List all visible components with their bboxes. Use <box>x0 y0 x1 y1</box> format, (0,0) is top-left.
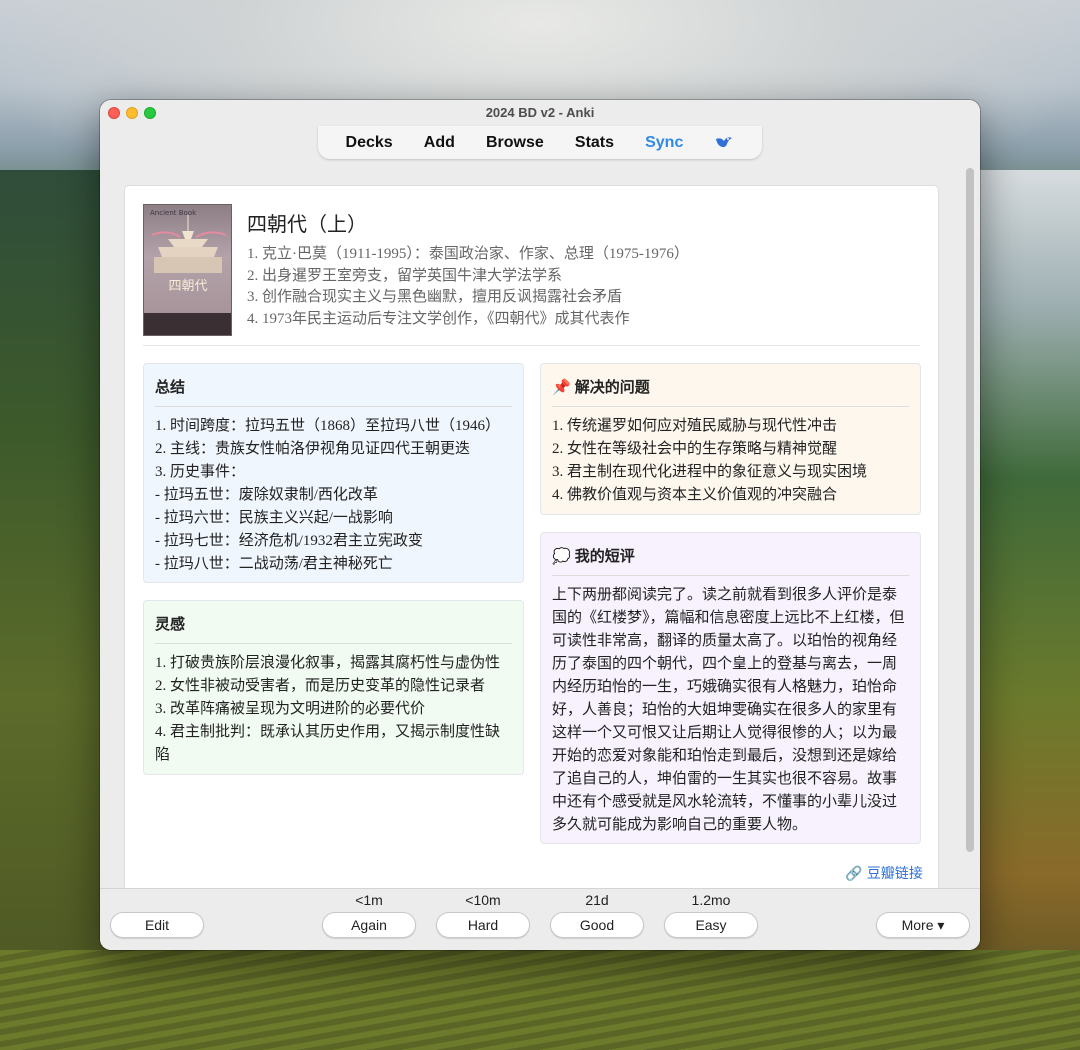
good-due-label: 21d <box>585 892 609 908</box>
review-text: 上下两册都阅读完了。读之前就看到很多人评价是泰国的《红楼梦》，篇幅和信息密度上远… <box>552 587 905 833</box>
anki-window: 2024 BD v2 - Anki Decks Add Browse Stats… <box>100 100 980 950</box>
solved-title: 解决的问题 <box>574 378 650 396</box>
more-button[interactable]: More ▾ <box>876 912 970 938</box>
inspiration-line: 1. 打破贵族阶层浪漫化叙事，揭露其腐朽性与虚伪性 <box>155 655 501 671</box>
review-box: 💭 我的短评 上下两册都阅读完了。读之前就看到很多人评价是泰国的《红楼梦》，篇幅和… <box>540 532 921 844</box>
summary-line: - 拉玛六世：民族主义兴起/一战影响 <box>155 510 393 526</box>
hard-button[interactable]: Hard <box>436 912 530 938</box>
desktop-wallpaper-left <box>0 170 110 1050</box>
toolbar-stats[interactable]: Stats <box>575 134 614 152</box>
desktop-wallpaper-vineyard <box>0 950 1080 1050</box>
header-divider <box>143 345 920 346</box>
solved-line: 2. 女性在等级社会中的生存策略与精神觉醒 <box>552 441 838 457</box>
inspiration-box: 灵感 1. 打破贵族阶层浪漫化叙事，揭露其腐朽性与虚伪性 2. 女性非被动受害者… <box>143 600 524 775</box>
review-title-row: 💭 我的短评 <box>552 545 909 576</box>
summary-line: - 拉玛八世：二战动荡/君主神秘死亡 <box>155 556 393 572</box>
ankiweb-bird-icon[interactable] <box>714 133 734 153</box>
inspiration-line: 3. 改革阵痛被呈现为文明进阶的必要代价 <box>155 701 426 717</box>
close-window-button[interactable] <box>108 107 120 119</box>
zoom-window-button[interactable] <box>144 107 156 119</box>
inspiration-title: 灵感 <box>155 613 512 644</box>
inspiration-line: 2. 女性非被动受害者，而是历史变革的隐性记录者 <box>155 678 486 694</box>
toolbar-add[interactable]: Add <box>424 134 455 152</box>
author-line: 2. 出身暹罗王室旁支，留学英国牛津大学法学系 <box>247 267 563 284</box>
toolbar-sync[interactable]: Sync <box>645 134 683 152</box>
book-header: 四朝代（上） 1. 克立·巴莫（1911-1995）：泰国政治家、作家、总理（1… <box>247 208 917 330</box>
toolbar-area: Decks Add Browse Stats Sync <box>100 126 980 162</box>
toolbar-decks[interactable]: Decks <box>346 134 393 152</box>
temple-spire-icon <box>151 215 227 273</box>
author-line: 4. 1973年民主运动后专注文学创作，《四朝代》成其代表作 <box>247 310 630 327</box>
minimize-window-button[interactable] <box>126 107 138 119</box>
window-title: 2024 BD v2 - Anki <box>485 105 595 120</box>
again-due-label: <1m <box>355 892 383 908</box>
edit-button[interactable]: Edit <box>110 912 204 938</box>
link-icon: 🔗 <box>845 866 863 882</box>
cover-bottom-band <box>144 313 231 335</box>
summary-line: - 拉玛五世：废除奴隶制/西化改革 <box>155 487 378 503</box>
hard-due-label: <10m <box>465 892 501 908</box>
book-title: 四朝代（上） <box>247 212 367 236</box>
book-cover-image: Ancient Book 四朝代 <box>143 204 232 336</box>
author-line: 1. 克立·巴莫（1911-1995）：泰国政治家、作家、总理（1975-197… <box>247 246 689 262</box>
again-button[interactable]: Again <box>322 912 416 938</box>
flashcard: Ancient Book 四朝代 四朝代（上） 1. 克立·巴莫（1911-19… <box>125 186 938 906</box>
solved-title-row: 📌 解决的问题 <box>552 376 909 407</box>
summary-line: 3. 历史事件： <box>155 464 246 480</box>
answer-bar: Edit <1m Again <10m Hard 21d Good 1.2mo … <box>100 888 980 950</box>
summary-line: - 拉玛七世：经济危机/1932君主立宪政变 <box>155 533 423 549</box>
cover-title: 四朝代 <box>168 279 208 294</box>
summary-line: 1. 时间跨度：拉玛五世（1868）至拉玛八世（1946） <box>155 418 501 434</box>
solved-line: 3. 君主制在现代化进程中的象征意义与现实困境 <box>552 464 868 480</box>
desktop-wallpaper-right <box>970 170 1080 1050</box>
summary-line: 2. 主线：贵族女性帕洛伊视角见证四代王朝更迭 <box>155 441 471 457</box>
scrollbar[interactable] <box>966 168 974 852</box>
easy-button[interactable]: Easy <box>664 912 758 938</box>
pushpin-icon: 📌 <box>552 378 571 396</box>
good-button[interactable]: Good <box>550 912 644 938</box>
summary-box: 总结 1. 时间跨度：拉玛五世（1868）至拉玛八世（1946） 2. 主线：贵… <box>143 363 524 583</box>
summary-title: 总结 <box>155 376 512 407</box>
solved-problems-box: 📌 解决的问题 1. 传统暹罗如何应对殖民威胁与现代性冲击 2. 女性在等级社会中… <box>540 363 921 515</box>
main-toolbar: Decks Add Browse Stats Sync <box>318 126 762 159</box>
title-bar[interactable]: 2024 BD v2 - Anki <box>100 100 980 126</box>
easy-due-label: 1.2mo <box>691 892 731 908</box>
solved-line: 1. 传统暹罗如何应对殖民威胁与现代性冲击 <box>552 418 838 434</box>
thought-bubble-icon: 💭 <box>552 547 571 565</box>
inspiration-line: 4. 君主制批判：既承认其历史作用，又揭示制度性缺陷 <box>155 724 501 763</box>
reviewer-content: Ancient Book 四朝代 四朝代（上） 1. 克立·巴莫（1911-19… <box>100 162 980 906</box>
douban-link-label[interactable]: 豆瓣链接 <box>867 866 923 882</box>
author-line: 3. 创作融合现实主义与黑色幽默，擅用反讽揭露社会矛盾 <box>247 289 623 305</box>
review-title: 我的短评 <box>574 547 635 565</box>
douban-link[interactable]: 🔗 豆瓣链接 <box>845 863 923 883</box>
toolbar-browse[interactable]: Browse <box>486 134 544 152</box>
solved-line: 4. 佛教价值观与资本主义价值观的冲突融合 <box>552 487 838 503</box>
